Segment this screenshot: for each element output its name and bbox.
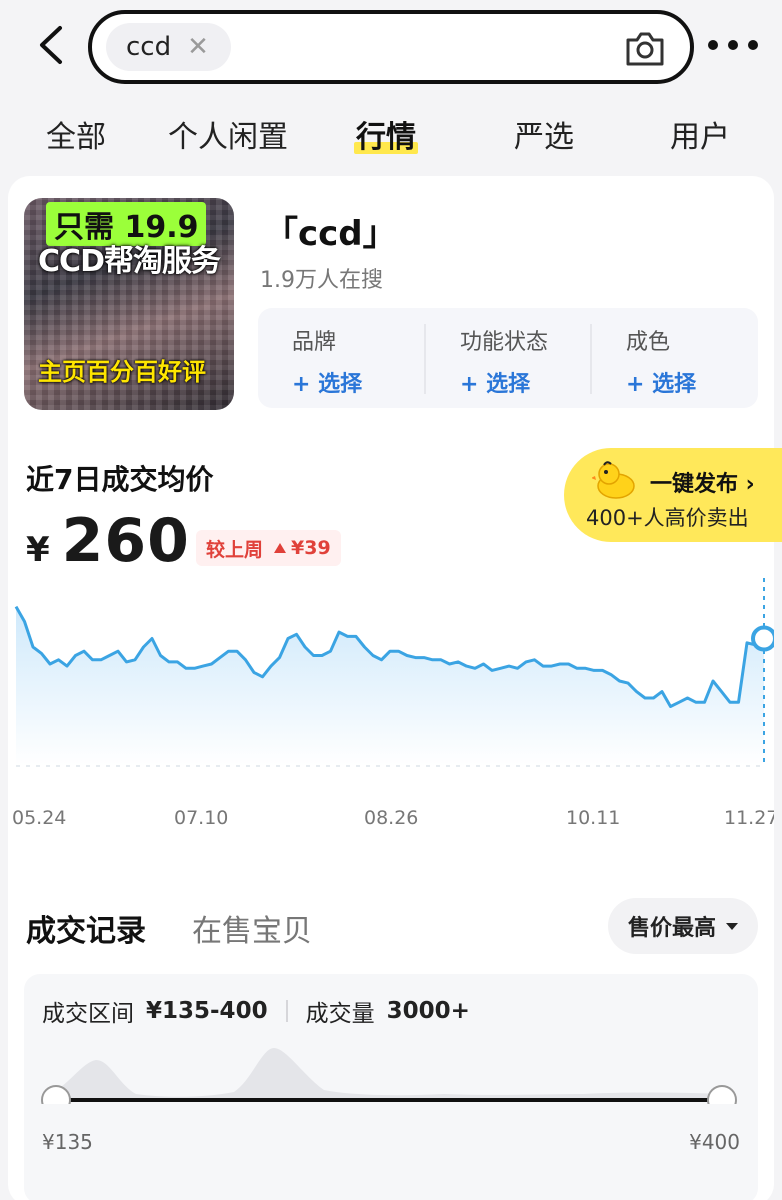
range-min-handle[interactable] <box>41 1085 71 1104</box>
avg-price-value: 260 <box>61 506 190 576</box>
product-thumbnail[interactable]: 只需 19.9 CCD帮淘服务 主页百分百好评 <box>24 198 234 410</box>
back-arrow-icon[interactable] <box>30 22 70 68</box>
filter-select-link[interactable]: + 选择 <box>460 366 590 398</box>
thumb-service-label: CCD帮淘服务 <box>38 244 221 279</box>
tab-on-sale[interactable]: 在售宝贝 <box>192 906 312 950</box>
price-compare-badge: 较上周 ¥39 <box>196 530 341 566</box>
chart-x-tick: 10.11 <box>566 807 620 829</box>
tab-deal-records[interactable]: 成交记录 <box>24 906 148 950</box>
avg-price-title: 近7日成交均价 <box>26 463 214 496</box>
sort-dropdown[interactable]: 售价最高 <box>608 898 758 954</box>
market-card: 只需 19.9 CCD帮淘服务 主页百分百好评 「ccd」 1.9万人在搜 品牌… <box>8 176 782 1200</box>
filter-function[interactable]: 功能状态 + 选择 <box>424 324 590 397</box>
deal-volume-value: 3000+ <box>386 998 470 1024</box>
trend-up-icon <box>274 543 287 553</box>
price-trend-chart[interactable]: 05.24 07.10 08.26 10.11 11.27 <box>8 576 774 846</box>
price-range-value: ¥135-400 <box>146 998 268 1024</box>
range-min-label: ¥135 <box>42 1130 93 1154</box>
tab-curated[interactable]: 严选 <box>514 112 574 156</box>
search-box[interactable]: ccd ✕ <box>88 10 694 84</box>
search-query-chip[interactable]: ccd ✕ <box>106 23 231 71</box>
search-query-text: ccd <box>126 32 172 62</box>
chart-x-tick: 08.26 <box>364 807 418 829</box>
chart-x-tick: 07.10 <box>174 807 228 829</box>
filter-select-link[interactable]: + 选择 <box>292 366 424 398</box>
clear-query-icon[interactable]: ✕ <box>187 32 209 62</box>
quick-publish-button[interactable]: 一键发布 › 400+人高价卖出 <box>564 448 782 542</box>
price-range-panel: 成交区间 ¥135-400 成交量 3000+ ¥135 ¥400 <box>24 974 758 1200</box>
tab-users[interactable]: 用户 <box>670 112 730 156</box>
category-tabs: 全部 个人闲置 行情 严选 用户 <box>0 100 782 166</box>
camera-icon[interactable] <box>624 28 666 68</box>
thumb-rating-label: 主页百分百好评 <box>38 358 206 386</box>
tab-all[interactable]: 全部 <box>46 112 106 156</box>
range-max-label: ¥400 <box>689 1130 740 1154</box>
chevron-down-icon <box>726 922 738 930</box>
tab-personal-idle[interactable]: 个人闲置 <box>168 112 288 156</box>
search-count: 1.9万人在搜 <box>260 268 383 293</box>
range-summary: 成交区间 ¥135-400 成交量 3000+ <box>42 998 470 1027</box>
filter-brand[interactable]: 品牌 + 选择 <box>258 324 424 397</box>
product-keyword: 「ccd」 <box>264 214 397 254</box>
filter-panel: 品牌 + 选择 功能状态 + 选择 成色 + 选择 <box>258 308 758 408</box>
duck-mascot-icon <box>592 461 635 499</box>
more-menu-icon[interactable] <box>708 30 758 60</box>
filter-condition[interactable]: 成色 + 选择 <box>590 324 756 397</box>
chart-area <box>16 606 764 766</box>
chart-x-tick: 05.24 <box>12 807 66 829</box>
chart-current-point[interactable] <box>751 625 774 652</box>
filter-select-link[interactable]: + 选择 <box>626 366 756 398</box>
publish-subtitle: 400+人高价卖出 <box>586 506 749 530</box>
records-tabs: 成交记录 在售宝贝 售价最高 <box>24 898 758 958</box>
range-max-handle[interactable] <box>707 1085 737 1104</box>
publish-title: 一键发布 › <box>650 472 755 497</box>
top-bar: ccd ✕ <box>0 0 782 94</box>
chart-x-tick: 11.27 <box>724 807 774 829</box>
tab-market[interactable]: 行情 <box>354 112 418 156</box>
avg-price: ¥ 260 <box>26 506 190 576</box>
price-distribution-slider[interactable] <box>24 1034 758 1104</box>
